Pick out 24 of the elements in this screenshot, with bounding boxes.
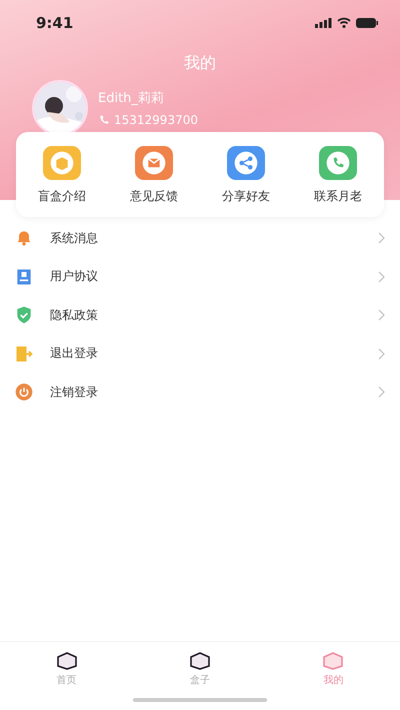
chevron-icon [378, 348, 386, 360]
menu-item[interactable]: 系统消息 [50, 230, 362, 247]
exit-icon [14, 344, 34, 364]
battery-icon [356, 17, 378, 29]
power-icon [14, 382, 34, 402]
shortcut-button[interactable]: 联系月老 [292, 146, 384, 205]
signal-icon [315, 17, 332, 29]
wifi-icon [337, 17, 351, 29]
chevron-icon [378, 270, 386, 283]
phone-icon [98, 114, 109, 126]
menu-item[interactable]: 注销登录 [50, 384, 362, 401]
chevron-icon [378, 232, 386, 244]
phone-number: 15312993700 [114, 113, 198, 127]
menu-item[interactable]: 隐私政策 [50, 306, 362, 324]
shortcut-button[interactable]: 分享好友 [200, 146, 292, 205]
shortcut-button[interactable]: 盲盒介绍 [16, 146, 108, 205]
page-title: 我的 [183, 53, 217, 74]
chevron-icon [378, 386, 386, 398]
user-name: Edith_莉莉 [98, 90, 165, 107]
menu-item[interactable]: 退出登录 [50, 345, 362, 362]
menu-item[interactable]: 用户协议 [50, 268, 362, 286]
chevron-icon [378, 309, 386, 322]
shortcut-button[interactable]: 意见反馈 [108, 146, 200, 205]
status-time: 9:41 [36, 14, 74, 32]
